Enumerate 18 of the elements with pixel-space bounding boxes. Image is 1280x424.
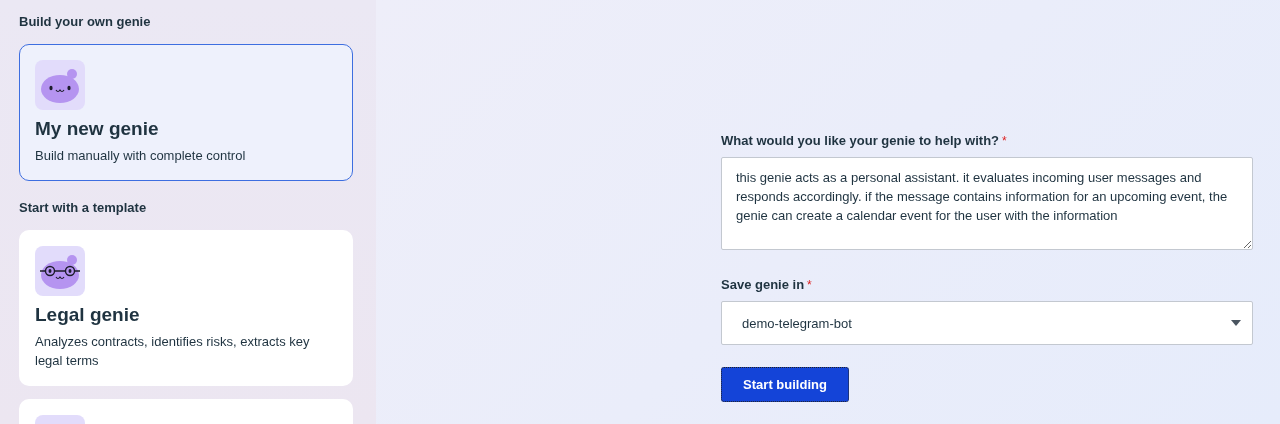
description-field[interactable]: this genie acts as a personal assistant. it evaluates incoming user messages and responds accordingly. if the message contains information for an upcoming event, the genie can create a calendar event for the user with the information [721,157,1253,250]
start-building-button[interactable]: Start building [721,367,849,402]
section-heading: Start with a template [19,200,148,215]
genie-icon [35,60,85,110]
folder-dropdown[interactable]: demo-telegram-bot [721,301,1253,345]
genie-card[interactable]: My new genie Build manually with complete control [19,44,353,181]
required-mark: * [1002,134,1007,148]
caret-icon [1231,320,1241,326]
card-description: Analyzes contracts, identifies risks, extracts key legal terms [35,333,311,370]
genie-card[interactable]: Legal genie Analyzes contracts, identifies risks, extracts key legal terms [19,230,353,386]
required-mark: * [807,278,812,292]
card-title: My new genie [35,118,160,140]
field-label: Save genie in [721,277,805,292]
card-description: Build manually with complete control [35,147,247,165]
section-heading: Build your own genie [19,14,152,29]
field-label: What would you like your genie to help with? [721,133,1000,148]
card-title: Legal genie [35,304,141,326]
genie-icon [35,246,85,296]
